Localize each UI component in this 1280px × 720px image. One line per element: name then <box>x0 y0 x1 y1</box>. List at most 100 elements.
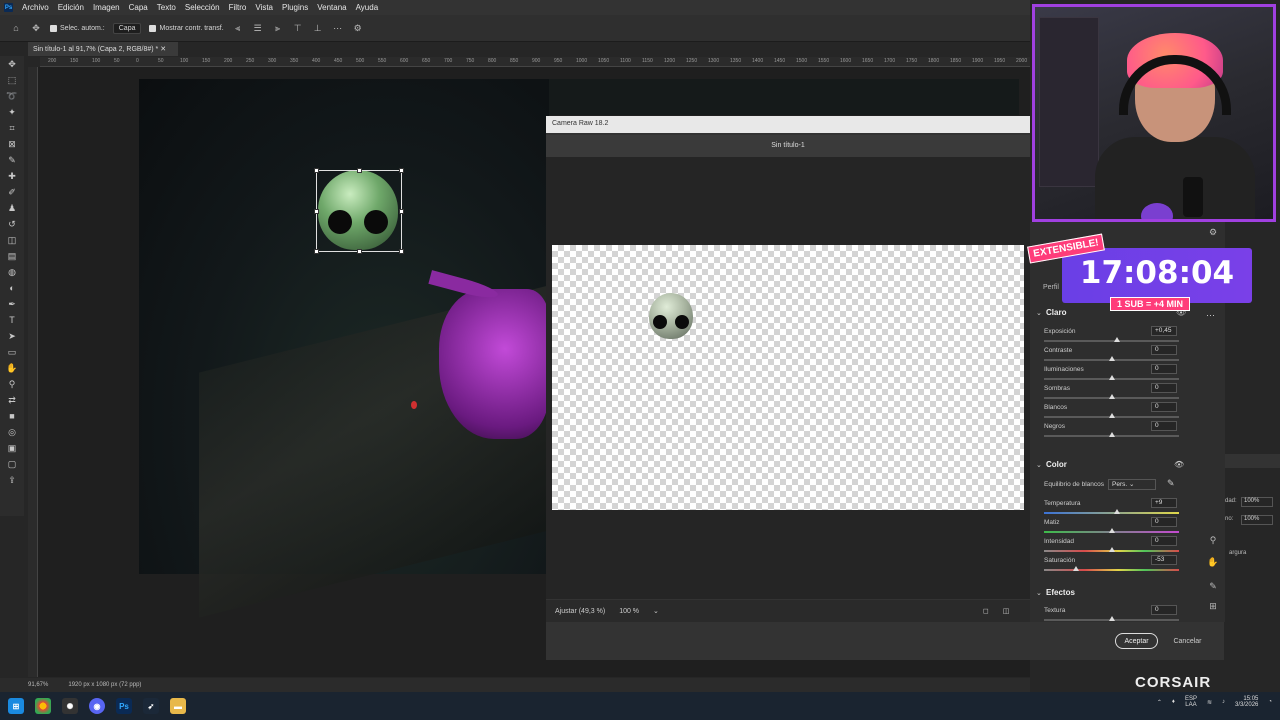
camera-raw-titlebar[interactable]: Camera Raw 18.2 <box>546 116 1030 133</box>
history-brush-icon[interactable]: ↺ <box>5 218 19 231</box>
steam-icon[interactable]: ➶ <box>143 698 159 714</box>
eyedropper-icon[interactable]: ✎ <box>5 154 19 167</box>
section-effects[interactable]: Efectos <box>1046 588 1075 597</box>
menu-ayuda[interactable]: Ayuda <box>356 3 379 12</box>
hand-icon[interactable]: ✋ <box>5 362 19 375</box>
before-after-icon[interactable]: ◫ <box>1003 607 1010 615</box>
chrome-icon[interactable] <box>35 698 51 714</box>
zoom-status[interactable]: 91,67% <box>28 682 48 688</box>
align-right-icon[interactable]: ⫸ <box>272 23 284 34</box>
type-icon[interactable]: T <box>5 314 19 327</box>
volume-icon[interactable]: ♪ <box>1222 699 1225 705</box>
dodge-icon[interactable]: ◐ <box>5 282 19 295</box>
cancel-button[interactable]: Cancelar <box>1166 633 1209 649</box>
blancos-value[interactable]: 0 <box>1151 402 1177 412</box>
language-indicator[interactable]: ESP LAA <box>1185 696 1197 708</box>
section-color[interactable]: Color <box>1046 460 1067 469</box>
swap-colors-icon[interactable]: ⇄ <box>5 394 19 407</box>
zoom-tool-icon[interactable]: ⚲ <box>1206 535 1220 549</box>
zoom-icon[interactable]: ⚲ <box>5 378 19 391</box>
negros-value[interactable]: 0 <box>1151 421 1177 431</box>
healing-icon[interactable]: ✚ <box>5 170 19 183</box>
slider-track[interactable] <box>1044 340 1179 342</box>
chatgpt-icon[interactable]: ✺ <box>62 698 78 714</box>
hand-tool-icon[interactable]: ✋ <box>1206 557 1220 571</box>
zoom-100-button[interactable]: 100 % <box>619 608 639 615</box>
contraste-value[interactable]: 0 <box>1151 345 1177 355</box>
color-visibility-eye-icon[interactable]: 👁 <box>1174 460 1184 469</box>
align-middle-icon[interactable]: ⊥ <box>312 23 324 34</box>
white-balance-eyedropper-icon[interactable]: ✎ <box>1167 478 1175 489</box>
slider-track[interactable] <box>1044 512 1179 514</box>
path-select-icon[interactable]: ➤ <box>5 330 19 343</box>
white-balance-dropdown[interactable]: Pers. ⌄ <box>1108 479 1156 490</box>
align-left-icon[interactable]: ⫷ <box>232 23 244 34</box>
menu-capa[interactable]: Capa <box>129 3 148 12</box>
tray-chevron-icon[interactable]: ⌃ <box>1157 699 1162 706</box>
slider-thumb[interactable] <box>1113 337 1120 342</box>
handle-bottom-center[interactable] <box>357 249 362 254</box>
grid-icon[interactable]: ⊞ <box>1206 601 1220 615</box>
handle-middle-left[interactable] <box>314 209 319 214</box>
brush-icon[interactable]: ✐ <box>5 186 19 199</box>
align-top-icon[interactable]: ⊤ <box>292 23 304 34</box>
menu-archivo[interactable]: Archivo <box>22 3 49 12</box>
zoom-dropdown-icon[interactable]: ⌄ <box>653 607 659 615</box>
slider-track[interactable] <box>1044 569 1179 571</box>
effects-collapse-icon[interactable]: ⌄ <box>1036 589 1042 597</box>
exposicion-value[interactable]: +0,45 <box>1151 326 1177 336</box>
menu-imagen[interactable]: Imagen <box>93 3 120 12</box>
handle-top-left[interactable] <box>314 168 319 173</box>
pen-icon[interactable]: ✒ <box>5 298 19 311</box>
eraser-icon[interactable]: ◫ <box>5 234 19 247</box>
slider-thumb[interactable] <box>1108 616 1115 621</box>
section-light[interactable]: Claro <box>1046 308 1066 317</box>
document-image[interactable] <box>139 79 549 618</box>
sombras-value[interactable]: 0 <box>1151 383 1177 393</box>
fill-field[interactable]: 100% <box>1241 515 1273 525</box>
foreground-color-icon[interactable]: ■ <box>5 410 19 423</box>
slider-thumb[interactable] <box>1108 375 1115 380</box>
wifi-icon[interactable]: ≋ <box>1207 699 1212 706</box>
slider-thumb[interactable] <box>1108 394 1115 399</box>
menu-edicion[interactable]: Edición <box>58 3 84 12</box>
slider-thumb[interactable] <box>1108 547 1115 552</box>
menu-vista[interactable]: Vista <box>255 3 273 12</box>
windows-start-icon[interactable]: ⊞ <box>8 698 24 714</box>
slider-thumb[interactable] <box>1108 356 1115 361</box>
textura-value[interactable]: 0 <box>1151 605 1177 615</box>
notifications-icon[interactable]: ◔ <box>1268 699 1272 705</box>
home-icon[interactable]: ⌂ <box>10 23 22 33</box>
menu-filtro[interactable]: Filtro <box>229 3 247 12</box>
slider-negros[interactable]: Negros 0 <box>1044 421 1179 443</box>
intensidad-value[interactable]: 0 <box>1151 536 1177 546</box>
slider-thumb[interactable] <box>1108 413 1115 418</box>
transparent-canvas-preview[interactable] <box>552 245 1024 510</box>
menu-texto[interactable]: Texto <box>157 3 176 12</box>
handle-middle-right[interactable] <box>399 209 404 214</box>
frame-mode-icon[interactable]: ▢ <box>5 458 19 471</box>
iluminaciones-value[interactable]: 0 <box>1151 364 1177 374</box>
temperatura-value[interactable]: +9 <box>1151 498 1177 508</box>
menu-seleccion[interactable]: Selección <box>185 3 220 12</box>
magic-wand-icon[interactable]: ✦ <box>5 106 19 119</box>
handle-bottom-left[interactable] <box>314 249 319 254</box>
accept-button[interactable]: Aceptar <box>1115 633 1158 649</box>
slider-thumb[interactable] <box>1108 528 1115 533</box>
share-icon[interactable]: ⇪ <box>5 474 19 487</box>
menu-plugins[interactable]: Plugins <box>282 3 308 12</box>
align-center-icon[interactable]: ☰ <box>252 23 264 34</box>
auto-select-checkbox[interactable]: Selec. autom.: <box>50 24 105 32</box>
crop-icon[interactable]: ⌗ <box>5 122 19 135</box>
transform-bounding-box[interactable] <box>314 168 404 254</box>
menu-ventana[interactable]: Ventana <box>317 3 346 12</box>
document-tab[interactable]: Sin título-1 al 91,7% (Capa 2, RGB/8#) *… <box>28 42 178 56</box>
settings-gear-icon[interactable]: ⚙ <box>352 23 364 34</box>
more-options-icon[interactable]: ⋯ <box>332 23 344 34</box>
opacity-field[interactable]: 100% <box>1241 497 1273 507</box>
screen-mode-icon[interactable]: ▣ <box>5 442 19 455</box>
move-tool-icon[interactable]: ✥ <box>30 23 42 34</box>
auto-select-dropdown[interactable]: Capa <box>112 22 142 34</box>
gradient-icon[interactable]: ▤ <box>5 250 19 263</box>
matiz-value[interactable]: 0 <box>1151 517 1177 527</box>
